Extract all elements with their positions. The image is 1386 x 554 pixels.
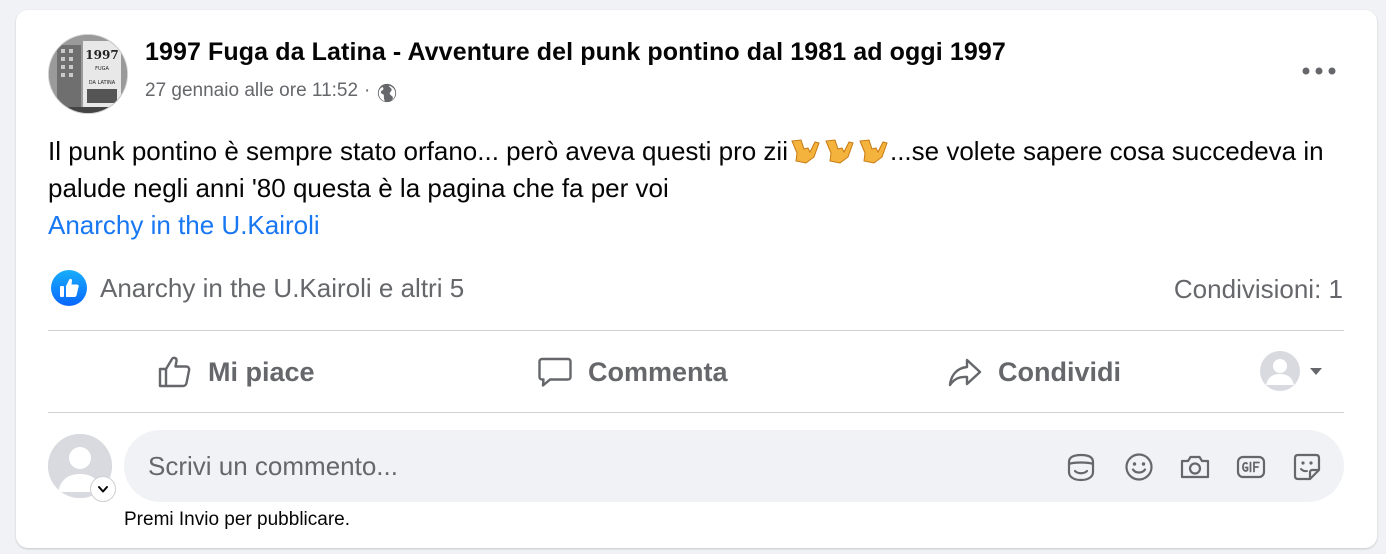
like-button[interactable]: Mi piace — [156, 350, 315, 394]
thumbs-up-icon — [158, 356, 191, 388]
submit-hint: Premi Invio per pubblicare. — [124, 509, 350, 530]
comment-bubble-icon — [538, 357, 572, 387]
post-card: 1997 FUGA DA LATINA 1997 Fuga da Latina … — [16, 10, 1377, 548]
like-label: Mi piace — [208, 356, 315, 387]
post-as-selector[interactable] — [1260, 351, 1326, 391]
divider — [48, 330, 1344, 331]
gif-icon — [1236, 455, 1266, 479]
chevron-down-icon — [98, 486, 108, 493]
comment-composer — [124, 430, 1344, 502]
more-options-button[interactable] — [1297, 54, 1341, 88]
gif-button[interactable] — [1234, 450, 1268, 484]
divider — [48, 412, 1344, 413]
avatar-sticker-icon — [1067, 453, 1095, 482]
photo-button[interactable] — [1178, 450, 1212, 484]
meta-separator: · — [364, 80, 371, 101]
like-reaction-icon — [51, 270, 87, 306]
share-arrow-icon — [948, 358, 982, 387]
emoji-icon — [1125, 453, 1153, 481]
reactions-text: Anarchy in the U.Kairoli e altri 5 — [100, 272, 465, 303]
share-label: Condividi — [998, 356, 1121, 387]
emoji-button[interactable] — [1122, 450, 1156, 484]
sticker-button[interactable] — [1290, 450, 1324, 484]
comment-input[interactable] — [148, 430, 1028, 502]
comment-button[interactable]: Commenta — [536, 350, 728, 394]
camera-icon — [1180, 455, 1210, 479]
profile-switch-button[interactable] — [90, 476, 116, 502]
avatar-line1-text: FUGA — [95, 66, 109, 72]
tagged-page-link[interactable]: Anarchy in the U.Kairoli — [48, 210, 320, 241]
post-meta: 27 gennaio alle ore 11:52 · — [145, 78, 398, 104]
love-you-gesture-emoji-icon — [791, 139, 820, 164]
shares-count[interactable]: Condivisioni: 1 — [1174, 274, 1343, 305]
post-text-part1: Il punk pontino è sempre stato orfano...… — [48, 136, 788, 166]
caret-down-icon — [1310, 368, 1322, 375]
avatar-year-text: 1997 — [85, 48, 118, 62]
sticker-icon — [1293, 453, 1321, 481]
post-timestamp[interactable]: 27 gennaio alle ore 11:52 — [145, 80, 358, 102]
globe-icon — [378, 83, 397, 103]
love-you-gesture-emoji-icon — [825, 139, 854, 164]
avatar-sticker-button[interactable] — [1064, 450, 1098, 484]
profile-avatar-icon — [1260, 351, 1300, 391]
page-avatar-image: 1997 FUGA DA LATINA — [49, 35, 127, 113]
page-name-link[interactable]: 1997 Fuga da Latina - Avventure del punk… — [145, 38, 1006, 67]
share-button[interactable]: Condividi — [946, 350, 1121, 394]
post-text: Il punk pontino è sempre stato orfano...… — [48, 133, 1338, 207]
comment-label: Commenta — [588, 356, 728, 387]
more-dots-icon — [1302, 67, 1336, 75]
page-avatar[interactable]: 1997 FUGA DA LATINA — [48, 34, 128, 114]
avatar-line2-text: DA LATINA — [89, 80, 116, 86]
reactions-summary[interactable]: Anarchy in the U.Kairoli e altri 5 — [50, 269, 464, 307]
love-you-gesture-emoji-icon — [859, 139, 888, 164]
